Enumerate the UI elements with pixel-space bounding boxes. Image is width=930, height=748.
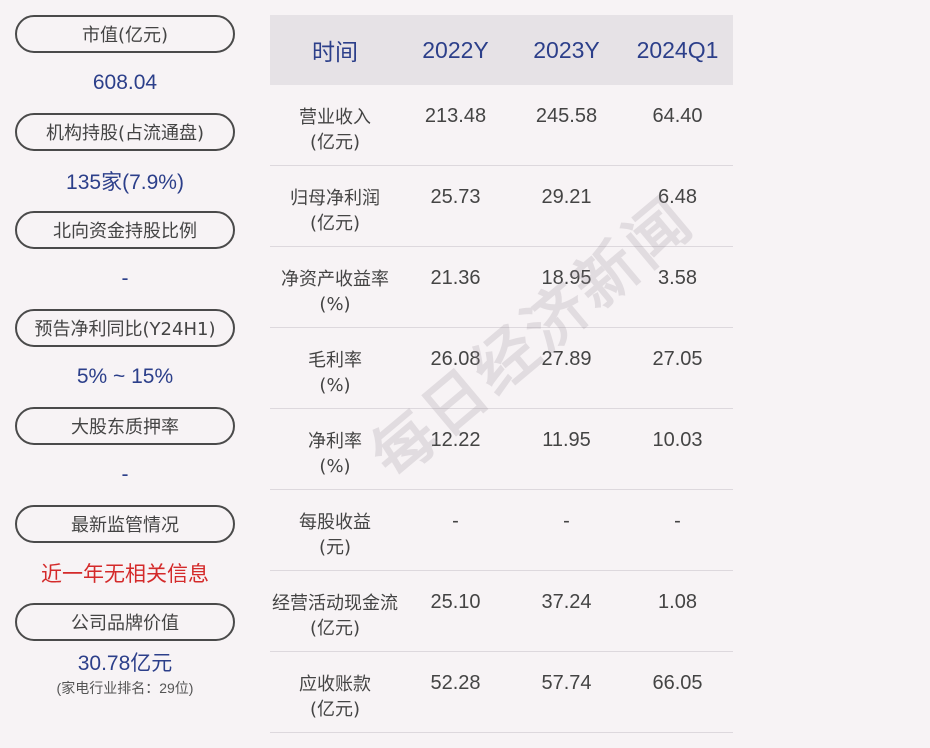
institutional-holding-label: 机构持股(占流通盘) bbox=[15, 113, 235, 151]
profit-forecast-value: 5% ~ 15% bbox=[76, 365, 174, 388]
table-row: 经营活动现金流 (亿元) 25.10 37.24 1.08 bbox=[270, 571, 733, 652]
cell-value: - bbox=[674, 510, 681, 532]
pledge-rate-label: 大股东质押率 bbox=[15, 407, 235, 445]
cell-value: 3.58 bbox=[658, 267, 697, 289]
row-label: 净利率 (%) bbox=[308, 431, 362, 477]
table-row: 每股收益 (元) - - - bbox=[270, 490, 733, 571]
cell-value: 1.08 bbox=[658, 591, 697, 613]
row-label: 每股收益 (元) bbox=[299, 512, 371, 558]
header-2024q1: 2024Q1 bbox=[636, 36, 719, 63]
header-time: 时间 bbox=[312, 39, 358, 65]
brand-value-amount: 30.78亿元 bbox=[77, 651, 173, 675]
regulatory-status-label: 最新监管情况 bbox=[15, 505, 235, 543]
northbound-holding-label: 北向资金持股比例 bbox=[15, 211, 235, 249]
cell-value: 64.40 bbox=[652, 105, 703, 127]
cell-value: 18.95 bbox=[541, 267, 592, 289]
cell-value: 25.73 bbox=[430, 186, 481, 208]
cell-value: 245.58 bbox=[535, 105, 598, 127]
cell-value: 6.48 bbox=[658, 186, 697, 208]
row-label: 应收账款 (亿元) bbox=[299, 674, 371, 720]
table-row: 净利率 (%) 12.22 11.95 10.03 bbox=[270, 409, 733, 490]
row-label: 归母净利润 (亿元) bbox=[290, 188, 380, 234]
cell-value: 213.48 bbox=[424, 105, 487, 127]
institutional-holding-value: 135家(7.9%) bbox=[66, 171, 184, 194]
market-cap-label: 市值(亿元) bbox=[15, 15, 235, 53]
cell-value: 12.22 bbox=[430, 429, 481, 451]
cell-value: 52.28 bbox=[430, 672, 481, 694]
row-label: 毛利率 (%) bbox=[308, 350, 362, 396]
header-2023y: 2023Y bbox=[533, 36, 600, 63]
market-cap-value: 608.04 bbox=[92, 71, 158, 94]
table-row: 归母净利润 (亿元) 25.73 29.21 6.48 bbox=[270, 166, 733, 247]
header-2022y: 2022Y bbox=[422, 36, 489, 63]
table-header: 时间 2022Y 2023Y 2024Q1 bbox=[270, 15, 733, 85]
cell-value: 27.05 bbox=[652, 348, 703, 370]
cell-value: 25.10 bbox=[430, 591, 481, 613]
regulatory-status-value: 近一年无相关信息 bbox=[41, 563, 209, 586]
metrics-sidebar: 市值(亿元) 608.04 机构持股(占流通盘) 135家(7.9%) 北向资金… bbox=[15, 15, 235, 703]
cell-value: 26.08 bbox=[430, 348, 481, 370]
cell-value: 29.21 bbox=[541, 186, 592, 208]
brand-value-rank-note: (家电行业排名：29位) bbox=[56, 679, 194, 696]
row-label: 营业收入 (亿元) bbox=[299, 107, 371, 153]
brand-value-label: 公司品牌价值 bbox=[15, 603, 235, 641]
pledge-rate-value: - bbox=[121, 463, 129, 486]
cell-value: 21.36 bbox=[430, 267, 481, 289]
row-label: 经营活动现金流 (亿元) bbox=[272, 593, 398, 639]
cell-value: 27.89 bbox=[541, 348, 592, 370]
cell-value: 10.03 bbox=[652, 429, 703, 451]
table-row: 净资产收益率 (%) 21.36 18.95 3.58 bbox=[270, 247, 733, 328]
cell-value: 11.95 bbox=[542, 429, 591, 451]
table-row: 应收账款 (亿元) 52.28 57.74 66.05 bbox=[270, 652, 733, 733]
cell-value: - bbox=[452, 510, 459, 532]
cell-value: 37.24 bbox=[541, 591, 592, 613]
table-row: 毛利率 (%) 26.08 27.89 27.05 bbox=[270, 328, 733, 409]
table-row: 营业收入 (亿元) 213.48 245.58 64.40 bbox=[270, 85, 733, 166]
cell-value: 66.05 bbox=[652, 672, 703, 694]
financial-table: 时间 2022Y 2023Y 2024Q1 营业收入 (亿元) 213.48 24… bbox=[270, 15, 733, 733]
northbound-holding-value: - bbox=[121, 267, 129, 290]
cell-value: 57.74 bbox=[541, 672, 592, 694]
brand-value: 30.78亿元 (家电行业排名：29位) bbox=[15, 641, 235, 703]
profit-forecast-label: 预告净利同比(Y24H1) bbox=[15, 309, 235, 347]
row-label: 净资产收益率 (%) bbox=[281, 269, 389, 315]
cell-value: - bbox=[563, 510, 570, 532]
